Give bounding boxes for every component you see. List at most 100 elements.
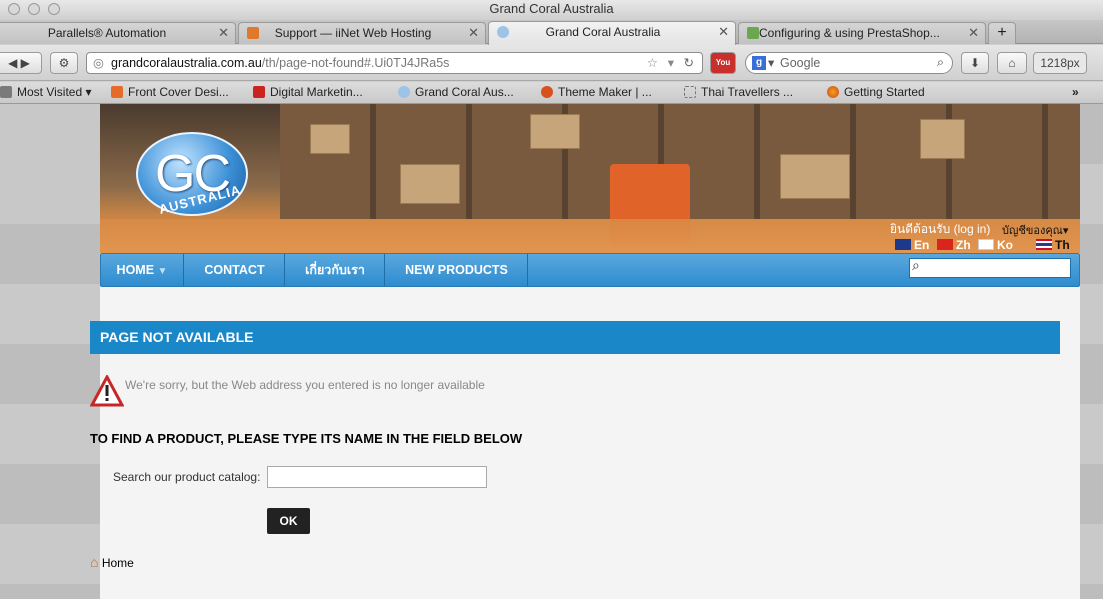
close-tab-icon[interactable]: ✕ <box>968 23 979 43</box>
home-icon: ⌂ <box>90 554 99 570</box>
menu-label: NEW PRODUCTS <box>405 263 508 277</box>
prestashop-favicon-icon <box>747 27 759 39</box>
extensions-icon[interactable]: ⚙ <box>50 52 78 74</box>
welcome-text: ยินดีต้อนรับ (log in) <box>890 220 990 239</box>
menu-label: เกี่ยวกับเรา <box>305 263 365 277</box>
globe-icon <box>398 86 410 98</box>
search-engine-chevron-icon[interactable]: ▾ <box>768 53 774 73</box>
menu-new-products[interactable]: NEW PRODUCTS <box>386 254 528 286</box>
bookmarks-icon <box>0 86 12 98</box>
thailand-flag-icon <box>1036 239 1052 250</box>
chevron-down-icon: ▼ <box>157 266 168 277</box>
catalog-search-input[interactable] <box>267 466 487 488</box>
login-link[interactable]: (log in) <box>954 222 991 236</box>
close-window-button[interactable] <box>8 3 20 15</box>
search-icon: ⌕ <box>912 257 920 273</box>
banner-box <box>530 114 580 149</box>
window-width-badge: 1218px <box>1033 52 1087 74</box>
reload-icon[interactable]: ↻ <box>684 53 694 73</box>
bookmark-label: Front Cover Desi... <box>128 85 229 99</box>
search-instructions-heading: TO FIND A PRODUCT, PLEASE TYPE ITS NAME … <box>90 431 523 446</box>
tab-label: Parallels® Automation <box>47 26 167 40</box>
lang-label: En <box>914 238 930 252</box>
page-icon <box>684 86 696 98</box>
bookmark-theme-maker[interactable]: Theme Maker | ... <box>541 82 652 102</box>
page-title: PAGE NOT AVAILABLE <box>90 321 1060 354</box>
window-titlebar: Grand Coral Australia <box>0 0 1103 20</box>
bookmark-most-visited[interactable]: Most Visited ▾ <box>0 82 92 102</box>
close-tab-icon[interactable]: ✕ <box>718 22 729 42</box>
tab-label: Configuring & using PrestaShop... <box>759 26 940 40</box>
close-tab-icon[interactable]: ✕ <box>218 23 229 43</box>
ok-button[interactable]: OK <box>267 508 310 534</box>
google-icon: g <box>752 56 766 70</box>
search-icon[interactable]: ⌕ <box>937 52 944 72</box>
firefox-icon <box>827 86 839 98</box>
home-link[interactable]: ⌂ Home <box>90 554 134 570</box>
bookmark-grand-coral[interactable]: Grand Coral Aus... <box>398 82 514 102</box>
lang-zh[interactable]: Zh <box>937 238 971 252</box>
download-icon[interactable]: ⬇ <box>961 52 989 74</box>
url-bar[interactable]: ◎ grandcoralaustralia.com.au/th/page-not… <box>86 52 703 74</box>
catalog-search-label: Search our product catalog: <box>113 470 261 484</box>
history-dropdown-icon[interactable]: ▾ <box>668 53 674 73</box>
gear-icon <box>541 86 553 98</box>
menu-label: CONTACT <box>204 263 265 277</box>
close-tab-icon[interactable]: ✕ <box>468 23 479 43</box>
go-icon <box>111 86 123 98</box>
lang-en[interactable]: En <box>895 238 929 252</box>
tab-parallels[interactable]: Parallels® Automation ✕ <box>0 22 236 44</box>
warning-icon <box>90 375 124 407</box>
menu-label: HOME <box>116 263 155 277</box>
banner-box <box>780 154 850 199</box>
lang-label: Zh <box>956 238 971 252</box>
home-icon[interactable]: ⌂ <box>997 52 1027 74</box>
bookmarks-bar: Most Visited ▾ Front Cover Desi... Digit… <box>0 82 1103 104</box>
tab-grand-coral[interactable]: Grand Coral Australia ✕ <box>488 21 736 45</box>
site-search-input[interactable]: ⌕ <box>909 257 1071 278</box>
bookmark-label: Grand Coral Aus... <box>415 85 514 99</box>
new-tab-button[interactable]: + <box>988 22 1016 44</box>
m-icon <box>253 86 265 98</box>
search-field[interactable]: g ▾ Google ⌕ <box>745 52 953 74</box>
tab-label: Grand Coral Australia <box>545 25 661 39</box>
china-flag-icon <box>937 239 953 250</box>
menu-about[interactable]: เกี่ยวกับเรา <box>286 254 385 286</box>
minimize-window-button[interactable] <box>28 3 40 15</box>
tab-iinet-support[interactable]: Support — iiNet Web Hosting ✕ <box>238 22 486 44</box>
banner-box <box>920 119 965 159</box>
back-forward-button[interactable]: ◀ ▶ <box>0 52 42 74</box>
navigation-toolbar: ◀ ▶ ⚙ ◎ grandcoralaustralia.com.au/th/pa… <box>0 45 1103 81</box>
search-placeholder: Google <box>780 56 821 70</box>
globe-icon: ◎ <box>93 56 104 70</box>
url-host: grandcoralaustralia.com.au <box>111 56 262 70</box>
tab-prestashop[interactable]: Configuring & using PrestaShop... ✕ <box>738 22 986 44</box>
zoom-window-button[interactable] <box>48 3 60 15</box>
banner-box <box>310 124 350 154</box>
bookmark-front-cover[interactable]: Front Cover Desi... <box>111 82 229 102</box>
bookmark-thai-travellers[interactable]: Thai Travellers ... <box>684 82 793 102</box>
main-menu: HOME ▼ CONTACT เกี่ยวกับเรา NEW PRODUCTS… <box>100 253 1080 287</box>
chevron-down-icon: ▾ <box>1062 225 1069 237</box>
menu-contact[interactable]: CONTACT <box>185 254 285 286</box>
lang-label: Ko <box>997 238 1013 252</box>
bookmark-getting-started[interactable]: Getting Started <box>827 82 925 102</box>
more-bookmarks-chevron-icon[interactable]: » <box>1072 82 1079 102</box>
lang-label: Th <box>1055 238 1070 252</box>
bookmark-star-icon[interactable]: ☆ <box>647 53 658 73</box>
bookmark-digital-marketing[interactable]: Digital Marketin... <box>253 82 363 102</box>
menu-home[interactable]: HOME ▼ <box>101 254 184 286</box>
window-title: Grand Coral Australia <box>489 1 614 16</box>
url-path: /th/page-not-found#.Ui0TJ4JRa5s <box>261 56 450 70</box>
account-label: บัญชีของคุณ <box>1002 225 1063 237</box>
account-dropdown[interactable]: บัญชีของคุณ▾ <box>1002 221 1068 239</box>
welcome-label: ยินดีต้อนรับ <box>890 222 951 236</box>
gc-australia-logo[interactable]: GC AUSTRALIA <box>136 132 248 217</box>
bookmark-label: Theme Maker | ... <box>558 85 652 99</box>
lang-ko[interactable]: Ko <box>978 238 1013 252</box>
youtube-icon[interactable]: You <box>710 52 736 74</box>
lang-th[interactable]: Th <box>1036 238 1070 252</box>
header-banner: GC AUSTRALIA ยินดีต้อนรับ (log in) บัญชี… <box>100 104 1080 253</box>
banner-box <box>400 164 460 204</box>
bookmark-label: Most Visited <box>17 85 83 99</box>
